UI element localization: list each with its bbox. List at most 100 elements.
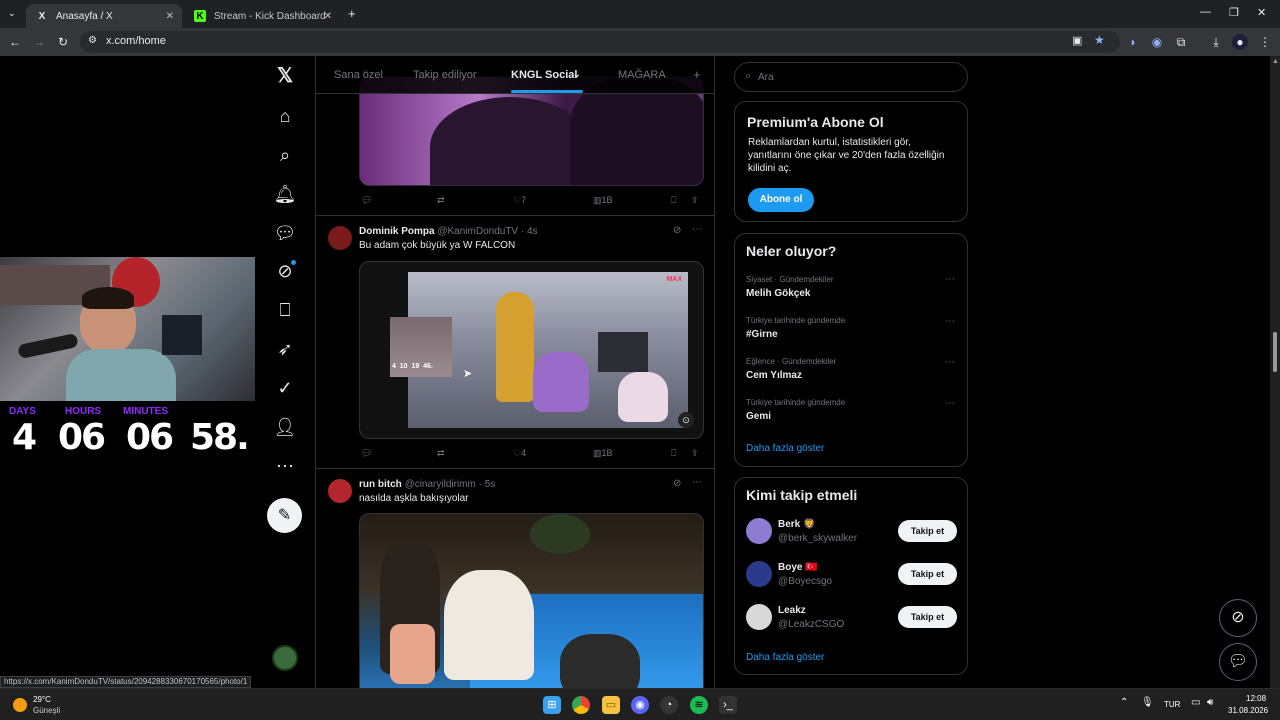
search-input[interactable]: ⌕ Ara (734, 62, 968, 92)
reload-icon[interactable]: ↻ (55, 34, 71, 50)
like-icon[interactable]: ♡ 4 (513, 448, 526, 459)
profile-icon[interactable]: 👤︎ (272, 414, 298, 440)
home-icon[interactable]: ⌂ (272, 103, 298, 129)
avatar[interactable] (746, 561, 772, 587)
avatar[interactable] (746, 604, 772, 630)
minimize-icon[interactable]: — (1200, 6, 1211, 18)
more-icon[interactable]: ⋯ (945, 316, 955, 327)
add-tab-icon[interactable]: + (693, 67, 701, 82)
more-icon[interactable]: ⋯ (692, 477, 702, 488)
bookmark-icon[interactable]: ⎕ (272, 297, 298, 323)
follow-button[interactable]: Takip et (898, 606, 957, 628)
spotify-icon[interactable]: ≋ (690, 696, 708, 714)
grok-icon[interactable]: ⊘ (673, 225, 681, 236)
start-windows-icon[interactable]: ⊞ (543, 696, 561, 714)
avatar[interactable] (328, 226, 352, 250)
restore-icon[interactable]: ❐ (1229, 6, 1239, 19)
site-info-icon[interactable]: ⚙ (88, 35, 97, 46)
bookmark-icon[interactable]: ⎕ (671, 448, 676, 459)
scroll-up-icon[interactable]: ▲ (1272, 58, 1279, 65)
menu-kebab-icon[interactable]: ⋮ (1257, 34, 1273, 50)
more-icon[interactable]: ⋯ (945, 398, 955, 409)
verified-icon[interactable]: ✓ (272, 375, 298, 401)
avatar[interactable] (328, 479, 352, 503)
tweet[interactable]: Dominik Pompa @KanimDonduTV · 4s ⊘ ⋯ Bu … (316, 216, 714, 469)
tab-x-home[interactable]: X Anasayfa / X ✕ (26, 4, 182, 28)
volume-icon[interactable]: 🔊︎ (1207, 697, 1213, 708)
account-avatar[interactable] (272, 645, 298, 671)
clock-time[interactable]: 12:08 (1246, 694, 1266, 703)
extension-icon[interactable]: ◗ (1125, 34, 1141, 50)
close-tab-icon[interactable]: ✕ (166, 11, 174, 22)
microphone-icon[interactable]: 🎙︎ (1141, 697, 1154, 708)
follow-button[interactable]: Takip et (898, 520, 957, 542)
bookmark-icon[interactable]: ⎕ (671, 195, 676, 206)
tab-search-icon[interactable]: ⌄ (8, 8, 16, 19)
page-scrollbar[interactable]: ▲ (1270, 56, 1280, 688)
media-options-icon[interactable]: ⊙ (678, 412, 694, 428)
x-logo-icon[interactable]: 𝕏 (272, 63, 298, 89)
extensions-puzzle-icon[interactable]: ⧉ (1173, 34, 1189, 50)
more-icon[interactable]: ⋯ (692, 224, 702, 235)
rocket-icon[interactable]: ➶ (272, 336, 298, 362)
follow-button[interactable]: Takip et (898, 563, 957, 585)
search-icon[interactable]: ⌕ (272, 142, 298, 168)
more-icon[interactable]: ⋯ (945, 357, 955, 368)
bookmark-star-icon[interactable]: ★ (1094, 33, 1105, 47)
tweet-media-image[interactable] (359, 513, 704, 688)
tab-magara[interactable]: MAĞARA (618, 69, 666, 81)
subscribe-button[interactable]: Abone ol (748, 188, 814, 212)
new-tab-icon[interactable]: + (348, 6, 356, 21)
compose-post-button[interactable]: ✎ (267, 498, 302, 533)
network-icon[interactable]: ▭ (1191, 697, 1200, 708)
obs-icon[interactable]: ◔ (660, 696, 678, 714)
reply-icon[interactable]: 💬︎ (361, 448, 372, 459)
language-indicator[interactable]: TUR (1164, 700, 1180, 709)
weather-icon[interactable] (13, 698, 27, 712)
avatar[interactable] (746, 518, 772, 544)
grok-icon[interactable]: ⊘ (673, 478, 681, 489)
back-icon[interactable]: ← (7, 34, 23, 50)
scrollbar-thumb[interactable] (1273, 332, 1277, 372)
tray-chevron-icon[interactable]: ⌃ (1120, 697, 1128, 708)
tab-for-you[interactable]: Sana özel (334, 69, 383, 81)
grok-floating-button[interactable]: ⊘ (1219, 599, 1257, 637)
tweet[interactable]: run bitch @cinaryildirimm · 5s ⊘ ⋯ nasıl… (316, 469, 714, 688)
tab-kngl-social[interactable]: KNGL Social (511, 69, 577, 81)
reply-icon[interactable]: 💬︎ (361, 195, 372, 206)
profile-avatar-icon[interactable]: ● (1232, 34, 1248, 50)
chrome-icon[interactable] (572, 696, 590, 714)
close-tab-icon[interactable]: ✕ (324, 11, 332, 22)
extension-icon[interactable]: ◉ (1149, 34, 1165, 50)
more-icon[interactable]: ⋯ (272, 453, 298, 479)
tweet-media-image[interactable]: MAX 4 10 19 46. ➤ ⊙ (359, 261, 704, 439)
tweet-author[interactable]: Dominik Pompa @KanimDonduTV · 4s (359, 226, 538, 237)
search-icon: ⌕ (745, 70, 752, 82)
tab-kick-dashboard[interactable]: K Stream - Kick Dashboard ✕ (184, 4, 340, 28)
grok-icon[interactable]: ⊘ (272, 258, 298, 284)
share-icon[interactable]: ⇪ (691, 448, 699, 459)
tweet-author[interactable]: run bitch @cinaryildirimm · 5s (359, 479, 495, 490)
more-icon[interactable]: ⋯ (945, 274, 955, 285)
share-icon[interactable]: ⇪ (691, 195, 699, 206)
views-icon[interactable]: ▥ 1B (593, 195, 613, 206)
retweet-icon[interactable]: ⇄ (437, 448, 445, 459)
notifications-bell-icon[interactable]: 🔔︎ (272, 181, 298, 207)
messages-floating-button[interactable]: 💬︎ (1219, 643, 1257, 681)
file-explorer-icon[interactable]: ▭ (602, 696, 620, 714)
terminal-icon[interactable]: ›_ (719, 696, 737, 714)
tab-following[interactable]: Takip ediliyor (413, 69, 477, 81)
views-icon[interactable]: ▥ 1B (593, 448, 613, 459)
discord-icon[interactable]: ◉ (631, 696, 649, 714)
close-window-icon[interactable]: ✕ (1257, 6, 1266, 19)
messages-icon[interactable]: 💬︎ (272, 220, 298, 246)
install-icon[interactable]: ▣ (1072, 34, 1082, 47)
clock-date[interactable]: 31.08.2026 (1228, 706, 1268, 715)
retweet-icon[interactable]: ⇄ (437, 195, 445, 206)
like-icon[interactable]: ♡ 7 (513, 195, 526, 206)
forward-icon[interactable]: → (31, 34, 47, 50)
address-bar[interactable]: ⚙ x.com/home ▣ ★ (80, 31, 1120, 53)
trends-show-more-link[interactable]: Daha fazla göster (746, 443, 824, 454)
who-to-follow-show-more-link[interactable]: Daha fazla göster (746, 652, 824, 663)
download-icon[interactable]: ⤓ (1208, 34, 1224, 50)
